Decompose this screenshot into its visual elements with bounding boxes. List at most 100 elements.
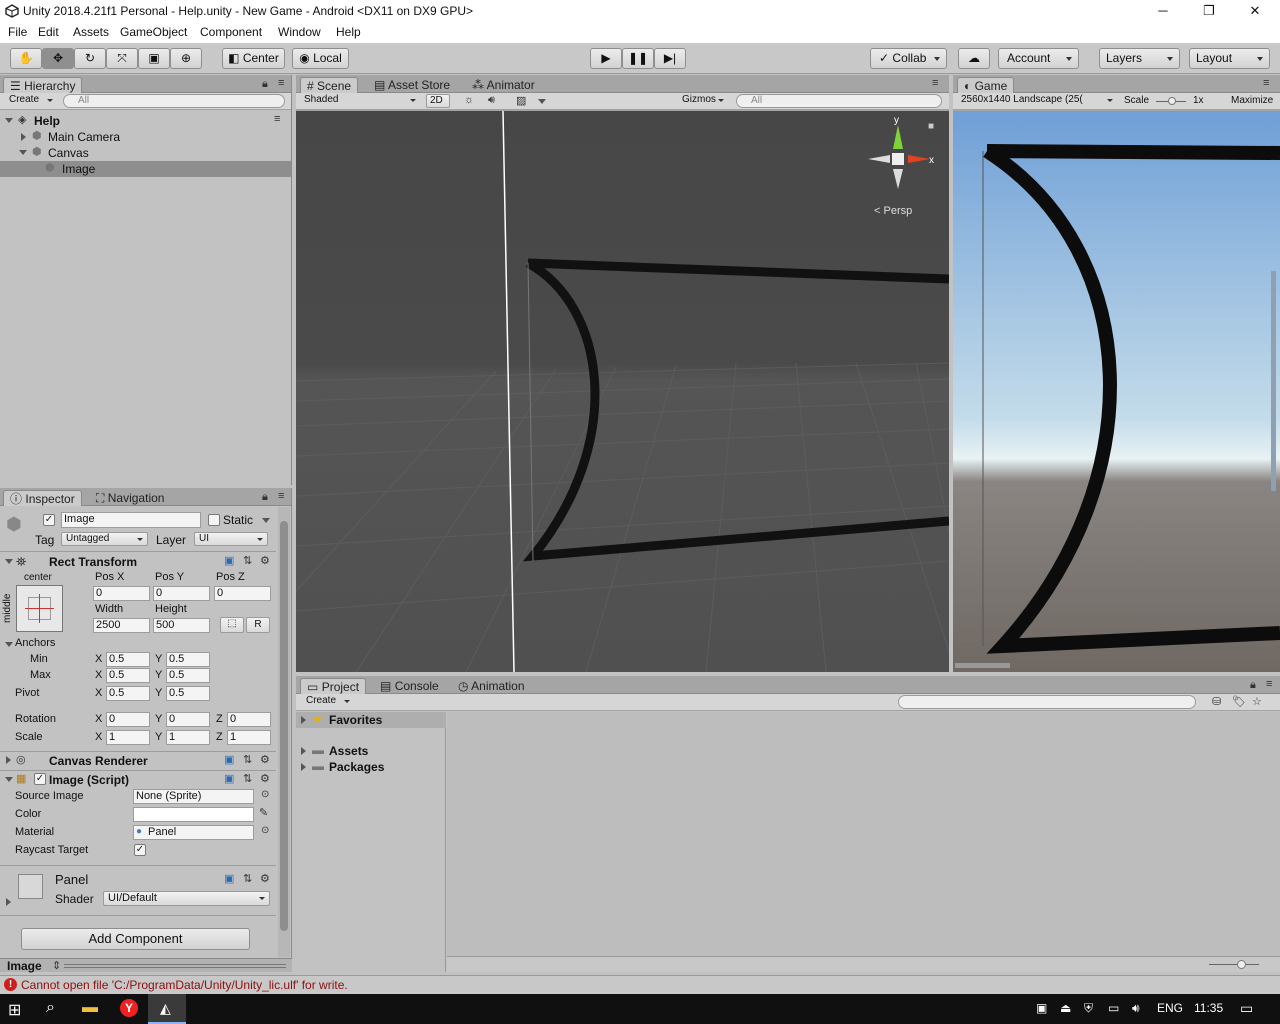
menu-assets[interactable]: Assets [73, 25, 109, 39]
lock-icon[interactable]: 🔒︎ [1250, 679, 1256, 692]
image-enabled-checkbox[interactable]: ✓ [34, 773, 46, 785]
rotate-tool-button[interactable]: ↻ [74, 48, 106, 69]
volume-icon[interactable]: 🔊︎ [1132, 1001, 1140, 1016]
resolution-dropdown[interactable]: 2560x1440 Landscape (25( [957, 94, 1117, 108]
layers-dropdown[interactable]: Layers [1099, 48, 1180, 69]
favorites-row[interactable]: ★ Favorites [296, 712, 446, 728]
pause-button[interactable]: ❚❚ [622, 48, 654, 69]
tray-usb-icon[interactable]: ⏏ [1060, 1001, 1071, 1015]
menu-help[interactable]: Help [336, 25, 361, 39]
collapsed-arrow-icon[interactable] [21, 133, 26, 141]
move-tool-button[interactable]: ✥ [42, 48, 74, 69]
menu-edit[interactable]: Edit [38, 25, 59, 39]
effects-dropdown-icon[interactable] [538, 99, 546, 104]
preset-icon[interactable]: ⇅ [243, 872, 252, 885]
posy-field[interactable]: 0 [153, 586, 210, 601]
tag-dropdown[interactable]: Untagged [61, 532, 148, 546]
layout-dropdown[interactable]: Layout [1189, 48, 1270, 69]
hierarchy-search-input[interactable]: All [63, 94, 285, 108]
restore-button[interactable]: ❐ [1186, 0, 1232, 23]
scale-y-field[interactable]: 1 [166, 730, 210, 745]
shading-mode-dropdown[interactable]: Shaded [300, 94, 420, 108]
posx-field[interactable]: 0 [93, 586, 150, 601]
close-button[interactable]: ✕ [1232, 0, 1278, 23]
rotation-x-field[interactable]: 0 [106, 712, 150, 727]
shader-dropdown[interactable]: UI/Default [103, 891, 270, 906]
tab-asset-store[interactable]: ▤ Asset Store [368, 77, 456, 93]
play-button[interactable]: ▶ [590, 48, 622, 69]
menu-gameobject[interactable]: GameObject [120, 25, 187, 39]
cloud-button[interactable]: ☁ [958, 48, 990, 69]
blueprint-mode-button[interactable]: ⬚ [220, 617, 244, 633]
settings-gear-icon[interactable]: ⚙ [260, 872, 270, 885]
account-dropdown[interactable]: Account [998, 48, 1079, 69]
folder-packages[interactable]: ▬ Packages [296, 759, 446, 775]
panel-menu-icon[interactable]: ≡ [278, 490, 284, 502]
favorite-star-icon[interactable]: ☆ [1252, 695, 1262, 708]
game-viewport[interactable] [953, 111, 1280, 672]
layer-dropdown[interactable]: UI [194, 532, 268, 546]
lighting-icon[interactable]: ☼ [464, 94, 474, 106]
gizmos-dropdown[interactable]: Gizmos [678, 94, 728, 108]
menu-component[interactable]: Component [200, 25, 262, 39]
tab-hierarchy[interactable]: ☰ Hierarchy [3, 77, 83, 93]
notifications-icon[interactable]: ▭ [1240, 1000, 1253, 1017]
settings-gear-icon[interactable]: ⚙ [260, 772, 270, 785]
project-content-area[interactable] [447, 712, 1280, 956]
hierarchy-scene-row[interactable]: ◈ Help ≡ [0, 113, 291, 129]
rotation-y-field[interactable]: 0 [166, 712, 210, 727]
tab-navigation[interactable]: ⛶ Navigation [90, 490, 170, 506]
source-image-field[interactable]: None (Sprite) [133, 789, 254, 804]
tray-app-icon[interactable]: ▣ [1036, 1001, 1047, 1015]
project-search-input[interactable] [898, 695, 1196, 709]
inspector-scrollbar[interactable] [278, 507, 290, 957]
anchor-min-y-field[interactable]: 0.5 [166, 652, 210, 667]
help-book-icon[interactable]: ▣ [224, 753, 234, 766]
unity-taskbar-button[interactable]: ◭ [148, 994, 186, 1024]
anchors-arrow-icon[interactable] [5, 642, 13, 647]
language-indicator[interactable]: ENG [1157, 1001, 1183, 1015]
active-checkbox[interactable]: ✓ [43, 514, 55, 526]
2d-toggle[interactable]: 2D [426, 94, 450, 108]
pivot-local-button[interactable]: ◉ Local [292, 48, 349, 69]
project-create-dropdown[interactable]: Create [302, 695, 354, 709]
transform-tool-button[interactable]: ⊕ [170, 48, 202, 69]
audio-icon[interactable]: 🔊︎ [488, 94, 495, 107]
expand-arrow-icon[interactable] [19, 150, 27, 155]
status-bar[interactable]: ! Cannot open file 'C:/ProgramData/Unity… [0, 975, 1280, 994]
anchor-min-x-field[interactable]: 0.5 [106, 652, 150, 667]
scale-z-field[interactable]: 1 [227, 730, 271, 745]
static-dropdown-icon[interactable] [262, 518, 270, 523]
folder-assets[interactable]: ▬ Assets [296, 743, 446, 759]
object-picker-icon[interactable]: ⊙ [261, 789, 269, 800]
scene-search-input[interactable]: All [736, 94, 942, 108]
pivot-y-field[interactable]: 0.5 [166, 686, 210, 701]
raw-edit-button[interactable]: R [246, 617, 270, 633]
collapsed-arrow-icon[interactable] [6, 756, 11, 764]
height-field[interactable]: 500 [153, 618, 210, 633]
posz-field[interactable]: 0 [214, 586, 271, 601]
network-icon[interactable]: ▭ [1108, 1001, 1119, 1015]
icon-size-thumb[interactable] [1237, 960, 1246, 969]
tab-console[interactable]: ▤ Console [374, 678, 445, 694]
hierarchy-item-main-camera[interactable]: ⬢ Main Camera [0, 129, 291, 145]
settings-gear-icon[interactable]: ⚙ [260, 554, 270, 567]
hierarchy-item-canvas[interactable]: ⬢ Canvas [0, 145, 291, 161]
maximize-toggle[interactable]: Maximize [1231, 95, 1273, 106]
game-hscrollbar[interactable] [955, 663, 1010, 668]
tab-game[interactable]: ◐ Game [957, 77, 1015, 93]
pivot-x-field[interactable]: 0.5 [106, 686, 150, 701]
scale-slider-thumb[interactable] [1168, 97, 1176, 105]
add-component-button[interactable]: Add Component [21, 928, 250, 950]
lock-icon[interactable]: ■ [928, 121, 934, 132]
rect-tool-button[interactable]: ▣ [138, 48, 170, 69]
eyedropper-icon[interactable]: ✎ [259, 806, 268, 819]
panel-menu-icon[interactable]: ≡ [278, 77, 284, 89]
hierarchy-item-image[interactable]: ⬢ Image [0, 161, 291, 177]
hierarchy-create-dropdown[interactable]: Create [5, 94, 57, 108]
expand-arrow-icon[interactable] [5, 777, 13, 782]
preset-icon[interactable]: ⇅ [243, 772, 252, 785]
preview-toggle-icon[interactable]: ⇕ [52, 959, 61, 972]
scene-viewport[interactable]: y x < Persp ■ [296, 111, 949, 672]
effects-icon[interactable]: ▨ [516, 94, 526, 107]
